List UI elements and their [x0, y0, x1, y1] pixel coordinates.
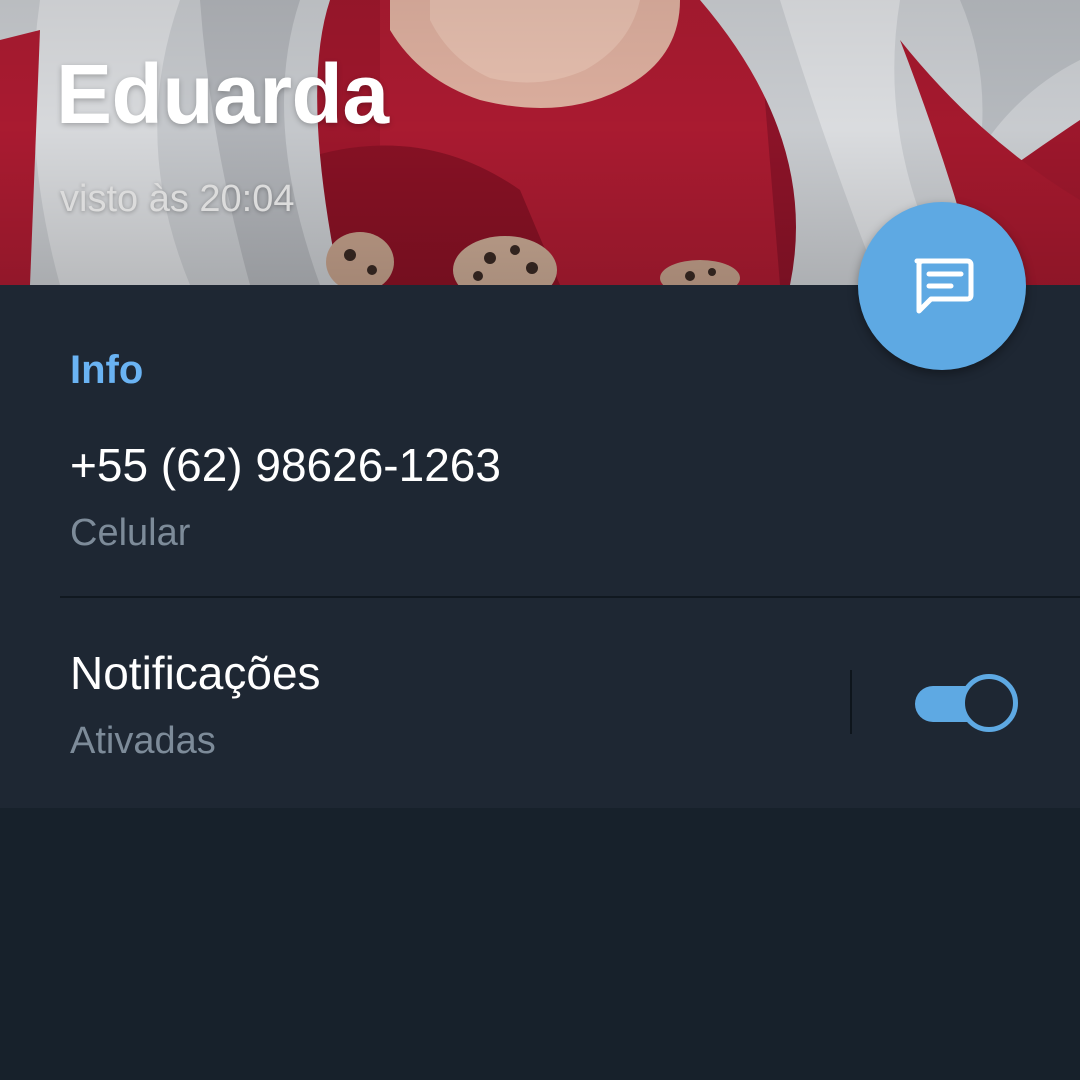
notifications-state: Ativadas [70, 720, 216, 762]
phone-label: Celular [70, 512, 191, 554]
info-section-title: Info [70, 348, 144, 392]
phone-row[interactable]: +55 (62) 98626-1263 Celular [0, 420, 1080, 596]
profile-screen: Eduarda visto às 20:04 Info +55 (62) 986… [0, 0, 1080, 1080]
profile-name: Eduarda [56, 47, 389, 141]
last-seen-status: visto às 20:04 [60, 178, 295, 220]
notifications-title: Notificações [70, 647, 321, 699]
notifications-toggle[interactable] [912, 672, 1020, 734]
toggle-thumb [960, 674, 1018, 732]
send-message-button[interactable] [858, 202, 1026, 370]
message-icon [914, 258, 974, 314]
vertical-divider [850, 670, 852, 734]
phone-number: +55 (62) 98626-1263 [70, 439, 501, 491]
notifications-row[interactable]: Notificações Ativadas [0, 598, 1080, 808]
